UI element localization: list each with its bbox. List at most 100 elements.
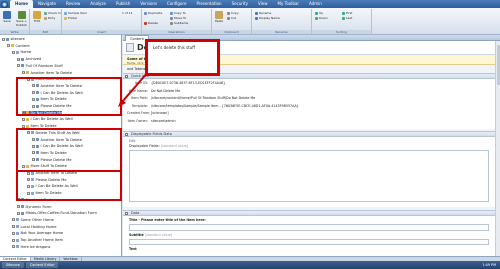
dirty-button[interactable]: Dirty xyxy=(44,16,55,20)
tree-item[interactable]: − Another Item To Delete xyxy=(22,71,72,76)
taskbar-start-sitecore[interactable]: Sitecore xyxy=(2,262,24,268)
expand-toggle-icon[interactable]: − xyxy=(22,71,25,74)
expand-toggle-icon[interactable]: − xyxy=(12,50,15,54)
editor-scrollbar[interactable] xyxy=(495,41,500,256)
ribbon-tab-view[interactable]: View xyxy=(253,0,273,8)
subtitle-input[interactable] xyxy=(129,239,489,245)
subitems-icon xyxy=(170,21,173,25)
duplicate-button[interactable]: Duplicate xyxy=(144,11,162,15)
taskbar-clock: 1:49 PM xyxy=(482,263,496,267)
insert-sample-item[interactable]: Sample Item xyxy=(64,11,87,15)
insert-folder[interactable]: Folder xyxy=(64,16,77,20)
check-in-button[interactable]: Check In xyxy=(44,11,61,15)
title-input[interactable] xyxy=(129,224,489,231)
save-publish-button[interactable]: Save + Publish xyxy=(14,11,29,27)
expand-toggle-icon[interactable]: − xyxy=(17,64,20,68)
expand-toggle-icon[interactable]: − xyxy=(17,57,20,61)
collapse-toggle-icon xyxy=(125,212,128,215)
tree-item[interactable]: − Top Another Home Item xyxy=(12,238,63,243)
ribbon-tab-admin[interactable]: Admin xyxy=(304,0,327,8)
tree-item[interactable]: − Local Holding Home xyxy=(12,225,56,230)
copy-to-button[interactable]: Copy To xyxy=(170,11,186,15)
ribbon-tab-navigate[interactable]: Navigate xyxy=(33,0,61,8)
cut-icon xyxy=(227,16,230,20)
quick-info-value: sitecore\admin xyxy=(151,118,176,123)
taskbar-content-editor[interactable]: Content Editor xyxy=(25,262,59,268)
callout-box: Let's delete this stuff xyxy=(145,39,220,76)
item-icon xyxy=(126,43,134,52)
ribbon-tab-versions[interactable]: Versions xyxy=(135,0,162,8)
expand-toggle-icon[interactable]: − xyxy=(12,218,15,222)
item-icon xyxy=(21,57,24,61)
scrollbar-thumb[interactable] xyxy=(496,45,500,85)
tree-item-label: Archived xyxy=(25,57,42,62)
quick-info-key: Item Name: xyxy=(128,88,148,93)
tree-item[interactable]: − I Can Be Delete As Well xyxy=(22,117,73,122)
ribbon-tab-review[interactable]: Review xyxy=(61,0,85,8)
move-to-button[interactable]: Move To xyxy=(170,16,186,20)
data-panel: Title - Please enter title of the item h… xyxy=(123,216,495,256)
folder-icon xyxy=(64,16,67,20)
expand-toggle-icon[interactable]: − xyxy=(17,211,20,215)
tree-item[interactable]: − Here be dragons xyxy=(12,245,50,250)
tree-item-label: Local Holding Home xyxy=(20,224,57,229)
expand-toggle-icon[interactable]: − xyxy=(12,245,15,249)
quick-info-key: Item Owner: xyxy=(127,118,148,123)
expand-toggle-icon[interactable]: − xyxy=(12,231,15,235)
quick-info-value: {D80C0E7-0736-487F-BF13-ED1EFF2F4A46} xyxy=(151,81,226,85)
quick-info-row: Item Owner: sitecore\admin xyxy=(127,119,176,124)
tree-item-label: Some Other Home xyxy=(20,217,54,222)
item-icon xyxy=(11,44,14,48)
quick-info-key: Template: xyxy=(131,103,148,108)
delete-button[interactable]: Delete xyxy=(144,21,158,25)
item-icon xyxy=(16,245,19,249)
edit-button[interactable]: Edit xyxy=(31,11,43,24)
display-name-button[interactable]: Display Name xyxy=(255,16,280,20)
ribbon-tab-presentation[interactable]: Presentation xyxy=(191,0,226,8)
sort-first-button[interactable]: First xyxy=(342,11,352,15)
expand-toggle-icon[interactable]: − xyxy=(12,225,15,229)
tree-item[interactable]: − Pull Of Random Stuff xyxy=(17,64,63,69)
tree-item[interactable]: − Not Your Average Home xyxy=(12,231,63,236)
rename-button[interactable]: Rename xyxy=(255,11,271,15)
displayable-fields-input[interactable] xyxy=(129,150,489,202)
ribbon-group-edit: Edit Check In Dirty Edit xyxy=(30,9,62,34)
tree-item[interactable]: − Content xyxy=(7,44,30,49)
sitecore-orb-icon[interactable] xyxy=(1,0,8,8)
cut-button[interactable]: Cut xyxy=(227,16,236,20)
insert-pager: 1 of 11 xyxy=(122,11,133,15)
last-icon xyxy=(342,16,345,20)
ribbon-tab-home[interactable]: Home xyxy=(10,0,33,8)
check-in-icon xyxy=(44,11,47,15)
ribbon-tab-configure[interactable]: Configure xyxy=(162,0,191,8)
expand-toggle-icon[interactable]: − xyxy=(7,44,10,48)
expand-toggle-icon[interactable]: − xyxy=(2,37,5,41)
ribbon-tab-security[interactable]: Security xyxy=(227,0,253,8)
tree-item[interactable]: − sitecore xyxy=(2,37,25,42)
save-button[interactable]: Save xyxy=(1,11,13,24)
sort-down-button[interactable]: Down xyxy=(315,16,328,20)
tree-item[interactable]: − Archived xyxy=(17,57,41,62)
ribbon-tab-analyze[interactable]: Analyze xyxy=(85,0,111,8)
collapse-toggle-icon xyxy=(125,133,128,136)
tree-item[interactable]: − Home xyxy=(12,50,31,55)
title-field-label: Title - Please enter title of the item h… xyxy=(129,218,206,222)
rename-icon xyxy=(255,11,258,15)
copy-button[interactable]: Copy xyxy=(227,11,239,15)
tree-item[interactable]: − Some Other Home xyxy=(12,218,54,223)
sort-up-button[interactable]: Up xyxy=(315,11,323,15)
expand-toggle-icon[interactable]: − xyxy=(22,117,25,121)
displayable-panel: Edit Displayable Fields: [standard value… xyxy=(123,137,495,207)
expand-toggle-icon[interactable]: − xyxy=(12,238,15,242)
paste-button[interactable]: Paste xyxy=(213,11,225,24)
tree-item[interactable]: − Dynamic Form xyxy=(17,205,52,210)
sort-last-button[interactable]: Last xyxy=(342,16,352,20)
subitems-button[interactable]: Subitems xyxy=(170,21,188,25)
ribbon-tab-my-toolbar[interactable]: My Toolbar xyxy=(273,0,305,8)
ribbon-tab-publish[interactable]: Publish xyxy=(111,0,135,8)
tree-item[interactable]: − Mbias-Offer-Coffee-Fund-Donation Form xyxy=(17,211,97,216)
collapse-toggle-icon xyxy=(125,75,128,78)
expand-toggle-icon[interactable]: − xyxy=(17,205,20,208)
ribbon-group-clipboard: Paste Copy Cut Clipboard xyxy=(212,9,252,34)
quick-info-value: Do Not Delete Me xyxy=(151,88,181,93)
